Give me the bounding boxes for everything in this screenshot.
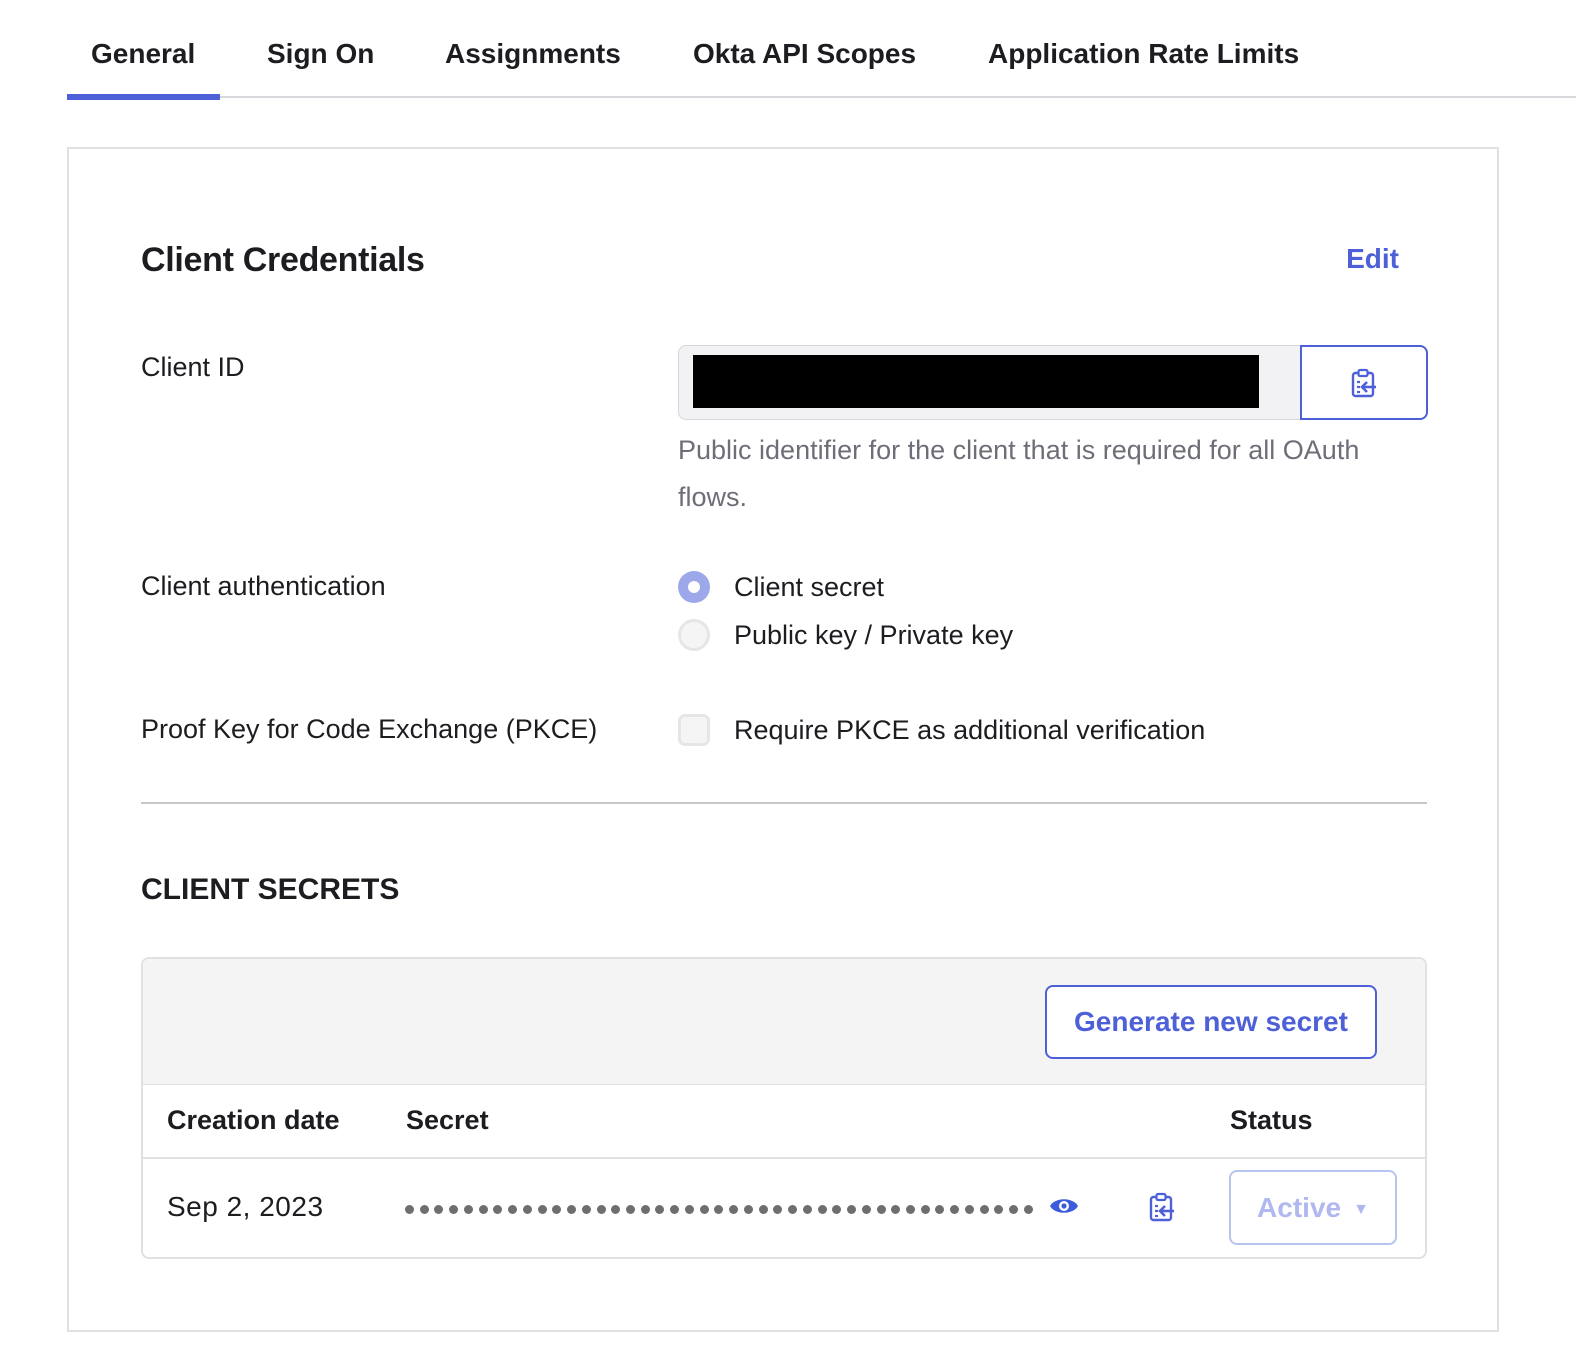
client-id-redacted-value xyxy=(693,355,1259,408)
mask-dot xyxy=(964,1204,974,1214)
status-dropdown[interactable]: Active ▼ xyxy=(1229,1170,1397,1245)
pkce-checkbox-label: Require PKCE as additional verification xyxy=(734,714,1206,745)
mask-dot xyxy=(891,1204,901,1214)
mask-dot xyxy=(626,1204,636,1214)
mask-dot xyxy=(596,1204,606,1214)
pkce-option[interactable]: Require PKCE as additional verification xyxy=(678,710,1205,750)
secrets-toolbar: Generate new secret xyxy=(143,959,1425,1085)
mask-dot xyxy=(788,1204,798,1214)
client-secrets-table: Generate new secret Creation date Secret… xyxy=(141,957,1427,1259)
client-id-help-text: Public identifier for the client that is… xyxy=(678,435,1360,512)
mask-dot xyxy=(979,1204,989,1214)
mask-dot xyxy=(684,1204,694,1214)
mask-dot xyxy=(905,1204,915,1214)
client-id-field xyxy=(678,345,1428,420)
column-header-secret: Secret xyxy=(406,1105,489,1135)
mask-dot xyxy=(449,1204,459,1214)
mask-dot xyxy=(847,1204,857,1214)
column-header-creation-date: Creation date xyxy=(167,1105,340,1135)
copy-client-id-button[interactable] xyxy=(1300,345,1428,420)
mask-dot xyxy=(581,1204,591,1214)
mask-dot xyxy=(743,1204,753,1214)
mask-dot xyxy=(935,1204,945,1214)
mask-dot xyxy=(670,1204,680,1214)
mask-dot xyxy=(611,1204,621,1214)
mask-dot xyxy=(640,1204,650,1214)
mask-dot xyxy=(419,1204,429,1214)
copy-secret-button[interactable] xyxy=(1149,1191,1175,1225)
section-divider xyxy=(141,802,1427,804)
mask-dot xyxy=(950,1204,960,1214)
mask-dot xyxy=(522,1204,532,1214)
header-separator xyxy=(143,1157,1425,1159)
client-id-label: Client ID xyxy=(141,352,245,382)
mask-dot xyxy=(994,1204,1004,1214)
client-secrets-title: CLIENT SECRETS xyxy=(141,873,400,906)
mask-dot xyxy=(832,1204,842,1214)
client-id-input[interactable] xyxy=(678,345,1302,420)
tab-okta-api-scopes[interactable]: Okta API Scopes xyxy=(693,0,916,98)
mask-dot xyxy=(434,1204,444,1214)
tab-general[interactable]: General xyxy=(67,0,220,100)
reveal-secret-button[interactable] xyxy=(1049,1195,1081,1219)
clipboard-copy-icon xyxy=(1149,1192,1174,1222)
mask-dot xyxy=(699,1204,709,1214)
mask-dot xyxy=(478,1204,488,1214)
creation-date: Sep 2, 2023 xyxy=(167,1191,324,1222)
tab-bar: General Sign On Assignments Okta API Sco… xyxy=(67,0,1576,100)
status-value: Active xyxy=(1257,1191,1342,1223)
mask-dot xyxy=(729,1204,739,1214)
radio-option-client-secret[interactable]: Client secret xyxy=(678,567,884,607)
radio-option-public-private-key[interactable]: Public key / Private key xyxy=(678,615,1013,655)
mask-dot xyxy=(758,1204,768,1214)
pkce-label: Proof Key for Code Exchange (PKCE) xyxy=(141,714,598,744)
client-secret-label: Client secret xyxy=(734,571,885,602)
mask-dot xyxy=(920,1204,930,1214)
generate-new-secret-button[interactable]: Generate new secret xyxy=(1045,985,1377,1059)
mask-dot xyxy=(463,1204,473,1214)
mask-dot xyxy=(714,1204,724,1214)
mask-dot xyxy=(508,1204,518,1214)
mask-dot xyxy=(537,1204,547,1214)
mask-dot xyxy=(493,1204,503,1214)
mask-dot xyxy=(567,1204,577,1214)
tab-assignments[interactable]: Assignments xyxy=(445,0,621,98)
mask-dot xyxy=(802,1204,812,1214)
pkce-checkbox[interactable] xyxy=(678,714,710,746)
caret-down-icon: ▼ xyxy=(1353,1200,1369,1218)
mask-dot xyxy=(1009,1204,1019,1214)
mask-dot xyxy=(773,1204,783,1214)
mask-dot xyxy=(876,1204,886,1214)
section-title: Client Credentials xyxy=(141,241,425,279)
mask-dot xyxy=(817,1204,827,1214)
client-auth-label: Client authentication xyxy=(141,571,386,601)
masked-secret xyxy=(405,1191,1033,1227)
mask-dot xyxy=(1023,1204,1033,1214)
tab-sign-on[interactable]: Sign On xyxy=(267,0,374,98)
client-credentials-card: Client Credentials Edit Client ID Public… xyxy=(67,147,1499,1332)
column-header-status: Status xyxy=(1230,1105,1313,1135)
eye-icon xyxy=(1050,1199,1078,1213)
public-private-key-label: Public key / Private key xyxy=(734,619,1014,650)
client-secret-radio[interactable] xyxy=(678,571,710,603)
mask-dot xyxy=(552,1204,562,1214)
tab-application-rate-limits[interactable]: Application Rate Limits xyxy=(988,0,1299,98)
mask-dot xyxy=(405,1204,414,1214)
edit-button[interactable]: Edit xyxy=(1346,243,1399,275)
mask-dot xyxy=(861,1204,871,1214)
mask-dot xyxy=(655,1204,665,1214)
public-private-key-radio[interactable] xyxy=(678,619,710,651)
clipboard-copy-icon xyxy=(1351,368,1376,397)
